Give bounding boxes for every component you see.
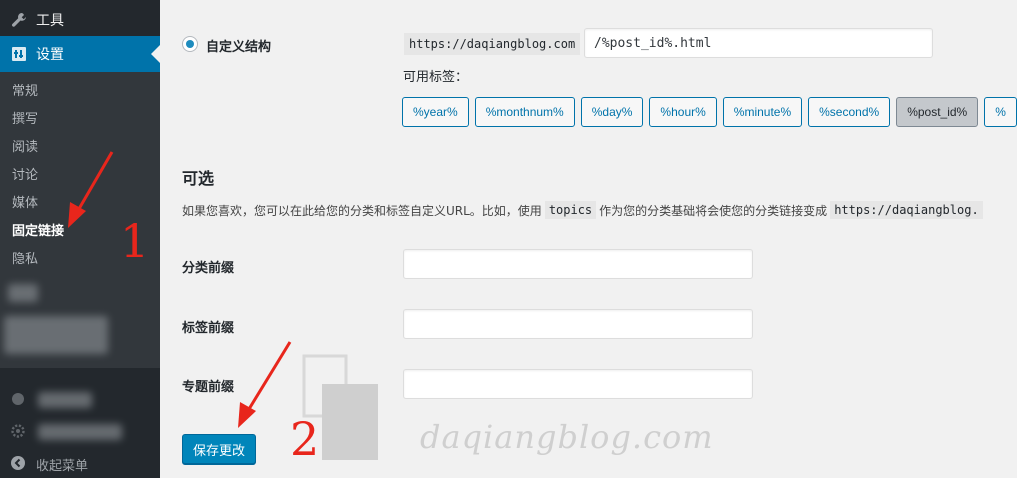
custom-structure-input[interactable] [584,28,933,58]
tag-base-input[interactable] [403,309,753,339]
submenu-item-discussion[interactable]: 讨论 [0,162,160,190]
blurred-menu-item[interactable] [0,416,160,448]
collapse-menu-button[interactable]: 收起菜单 [0,448,160,478]
permalink-settings: 自定义结构 https://daqiangblog.com 可用标签： %yea… [160,0,1017,478]
menu-item-tools[interactable]: 工具 [0,2,160,38]
blurred-menu-item[interactable] [0,384,160,416]
settings-icon [10,45,28,63]
custom-structure-radio[interactable] [182,36,198,52]
blurred-label [38,424,122,440]
tag-more-button[interactable]: % [984,97,1017,127]
menu-label-settings: 设置 [36,47,64,63]
wrench-icon [10,11,28,29]
topic-base-label: 专题前缀 [182,380,235,395]
menu-label-tools: 工具 [36,13,64,29]
tag-minute-button[interactable]: %minute% [722,97,803,127]
gear-icon [10,423,28,441]
annotation-number-1: 1 [120,214,150,268]
submenu-item-reading[interactable]: 阅读 [0,134,160,162]
structure-tag-list: %year% %monthnum% %day% %hour% %minute% … [402,97,1017,127]
tag-year-button[interactable]: %year% [402,97,469,127]
tag-hour-button[interactable]: %hour% [649,97,717,127]
custom-structure-label: 自定义结构 [206,40,272,55]
collapse-menu-label: 收起菜单 [36,458,89,474]
tag-day-button[interactable]: %day% [580,97,644,127]
menu-item-settings[interactable]: 设置 [0,36,160,72]
optional-heading: 可选 [182,169,215,188]
collapse-arrow-icon [10,455,28,473]
tag-second-button[interactable]: %second% [808,97,891,127]
category-base-input[interactable] [403,249,753,279]
desc-text-2: 作为您的分类基础将会使您的分类链接变成 [599,203,828,218]
tag-post-id-button[interactable]: %post_id% [896,97,979,127]
blurred-submenu-item [4,316,108,354]
category-base-label: 分类前缀 [182,261,235,276]
available-tags-label: 可用标签： [403,70,469,85]
base-url-code: https://daqiangblog.com [404,33,581,55]
annotation-number-2: 2 [290,412,320,466]
blurred-label [38,392,92,408]
submenu-item-general[interactable]: 常规 [0,78,160,106]
topic-base-input[interactable] [403,369,753,399]
plugin-icon [10,391,28,409]
desc-text-1: 如果您喜欢，您可以在此给您的分类和标签自定义URL。比如，使用 [182,203,542,218]
desc-code-url: https://daqiangblog. [830,201,983,219]
submenu-item-writing[interactable]: 撰写 [0,106,160,134]
tag-monthnum-button[interactable]: %monthnum% [474,97,575,127]
optional-description: 如果您喜欢，您可以在此给您的分类和标签自定义URL。比如，使用 topics 作… [182,201,986,219]
save-changes-button[interactable]: 保存更改 [182,434,256,464]
tag-base-label: 标签前缀 [182,321,235,336]
blurred-submenu-item [8,284,38,302]
desc-code-topics: topics [544,201,597,219]
sidebar-lower: 收起菜单 [0,368,160,478]
